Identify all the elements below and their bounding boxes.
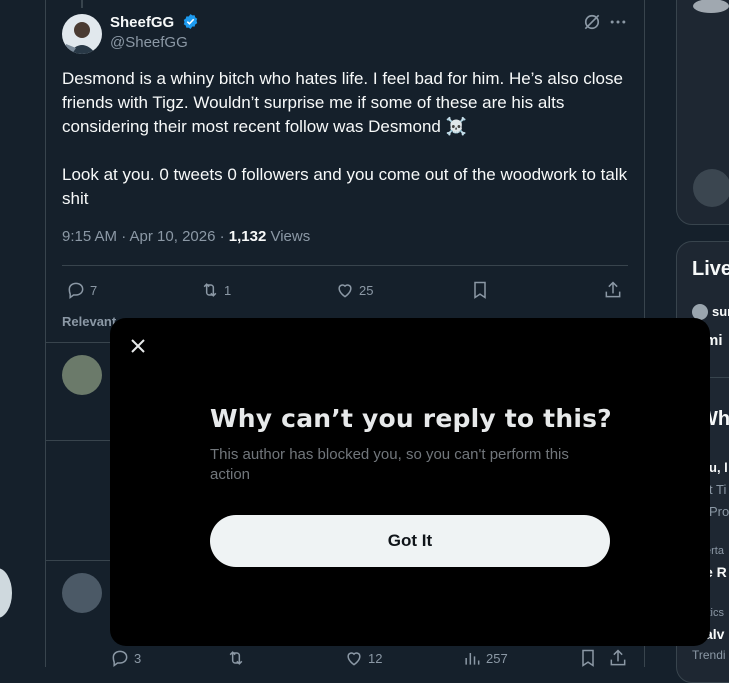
- tweet-meta: 9:15 AM · Apr 10, 2026 · 1,132 Views: [62, 228, 310, 245]
- repost-icon: [203, 283, 217, 297]
- bookmark-icon: [474, 281, 486, 299]
- tweet-timestamp[interactable]: 9:15 AM · Apr 10, 2026 ·: [62, 228, 229, 245]
- repost-button[interactable]: 1: [200, 280, 231, 300]
- analytics-icon: [465, 653, 480, 665]
- dialog-description: This author has blocked you, so you can'…: [210, 446, 569, 483]
- share-icon: [610, 649, 626, 666]
- reply-avatar[interactable]: [62, 355, 102, 395]
- reply-avatar-default[interactable]: [62, 573, 102, 613]
- thread-line: [81, 0, 83, 8]
- divider: [45, 440, 115, 441]
- views-label: Views: [266, 228, 311, 245]
- reply-icon: [112, 650, 128, 667]
- author-name-row: SheefGG: [110, 13, 199, 35]
- views-count: 1,132: [228, 228, 267, 245]
- views-count: 257: [486, 650, 508, 666]
- trend-meta: Trendi: [692, 648, 726, 662]
- bookmark-button[interactable]: [578, 648, 598, 668]
- right-sidebar-card: [676, 0, 729, 225]
- heart-icon: [338, 284, 352, 298]
- divider: [62, 265, 628, 266]
- author-avatar[interactable]: [62, 14, 102, 54]
- tweet-text-paragraph-1: Desmond is a whiny bitch who hates life.…: [62, 69, 623, 136]
- reply-button[interactable]: 3: [110, 648, 141, 668]
- repost-count: 1: [224, 282, 232, 298]
- live-heading: Live: [692, 258, 729, 280]
- tweet-text-paragraph-2: Look at you. 0 tweets 0 followers and yo…: [62, 165, 628, 208]
- share-button[interactable]: [608, 648, 628, 668]
- views-button[interactable]: 257: [462, 648, 508, 668]
- like-count: 25: [359, 282, 374, 298]
- share-button[interactable]: [603, 280, 623, 300]
- nav-account-avatar[interactable]: [0, 568, 12, 618]
- trend-subtitle: t Ti: [709, 482, 727, 497]
- author-avatar-image: [62, 14, 102, 54]
- repost-icon: [229, 651, 243, 665]
- divider: [45, 560, 115, 561]
- like-button[interactable]: 12: [344, 648, 382, 668]
- author-name[interactable]: SheefGG: [110, 14, 174, 31]
- bookmark-icon: [582, 649, 594, 667]
- sidebar-avatar: [693, 0, 729, 13]
- close-icon: [131, 339, 145, 353]
- author-handle[interactable]: @SheefGG: [110, 34, 188, 51]
- reply-restricted-dialog: Why can’t you reply to this? This author…: [110, 318, 710, 646]
- reply-count: 7: [90, 282, 98, 298]
- reply-icon: [68, 282, 84, 299]
- verified-badge-icon: [182, 13, 199, 35]
- trend-title[interactable]: u, l: [709, 460, 728, 475]
- live-host-name[interactable]: sur: [712, 304, 729, 319]
- share-icon: [605, 281, 621, 298]
- bookmark-button[interactable]: [470, 280, 490, 300]
- close-button[interactable]: [124, 332, 152, 360]
- reply-sort-label[interactable]: Relevant: [62, 314, 116, 329]
- reply-count: 3: [134, 650, 142, 666]
- grok-icon[interactable]: [582, 12, 602, 37]
- got-it-button[interactable]: Got It: [210, 515, 610, 567]
- reply-button[interactable]: 7: [66, 280, 97, 300]
- dialog-title: Why can’t you reply to this?: [210, 404, 612, 433]
- heart-icon: [347, 652, 361, 666]
- like-count: 12: [368, 650, 383, 666]
- timeline-border-left: [45, 0, 46, 667]
- like-button[interactable]: 25: [335, 280, 373, 300]
- repost-button[interactable]: [226, 648, 246, 668]
- trend-meta: Pro: [709, 504, 729, 519]
- more-options-icon[interactable]: [608, 12, 628, 37]
- sidebar-avatar[interactable]: [693, 169, 729, 207]
